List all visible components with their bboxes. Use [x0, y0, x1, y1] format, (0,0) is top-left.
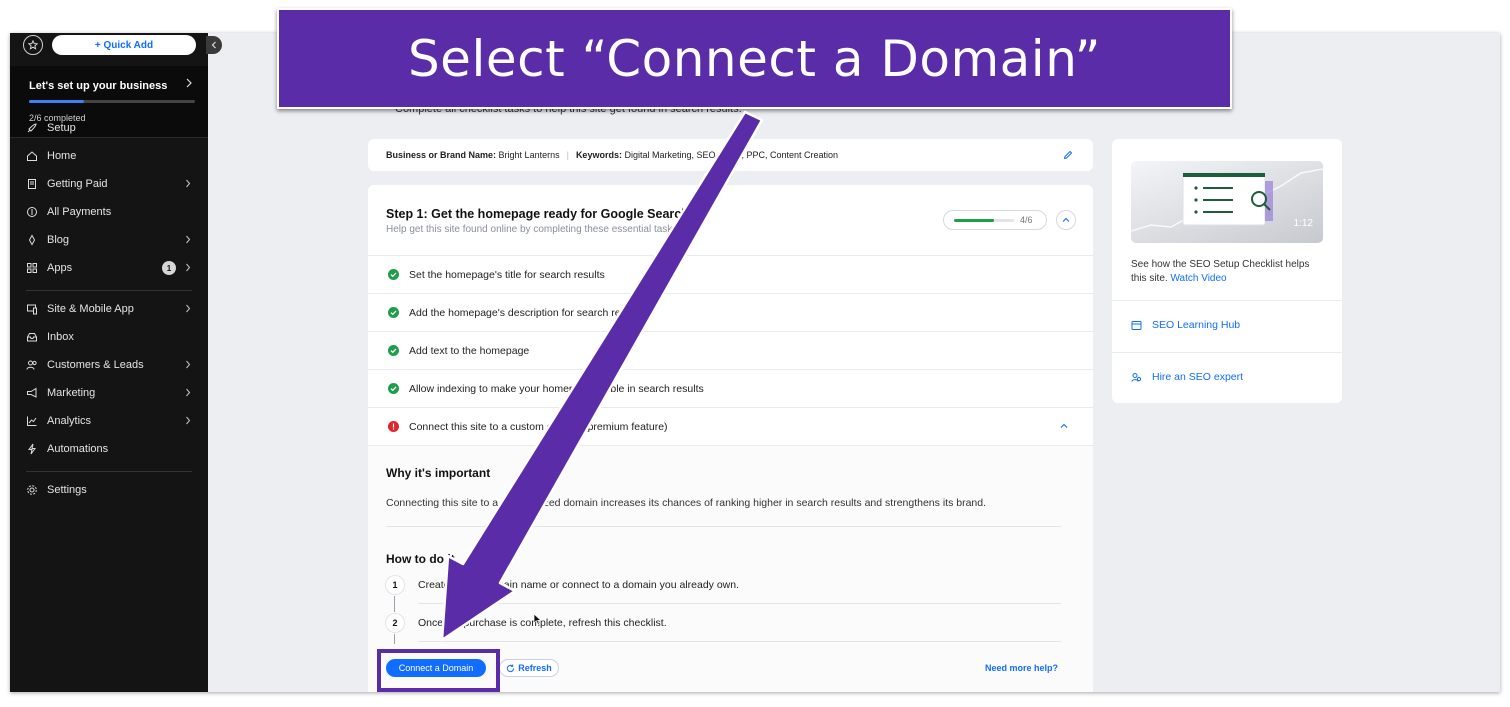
- button-highlight-box: [377, 649, 500, 692]
- pointer-arrow-icon: [440, 110, 764, 642]
- screenshot-stage: + Quick Add Let's set up your business 2…: [0, 0, 1510, 707]
